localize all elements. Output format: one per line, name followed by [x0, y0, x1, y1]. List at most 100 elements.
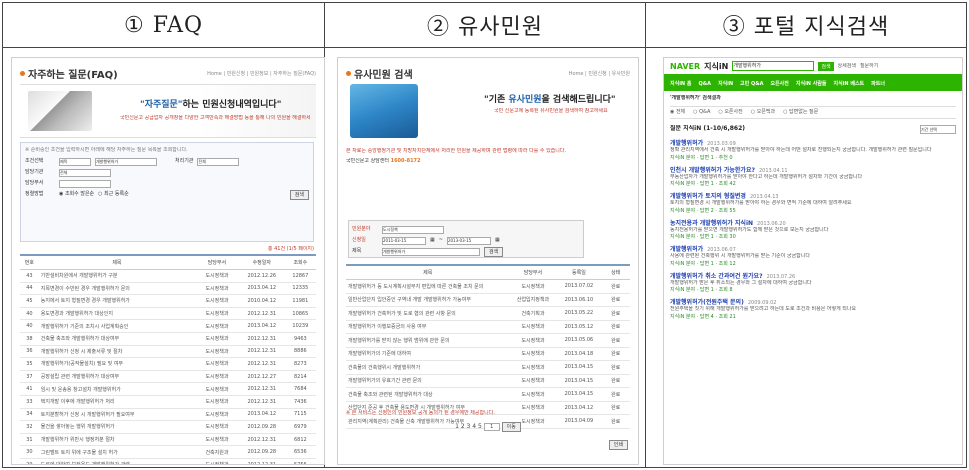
faq-question-link[interactable]: 용도변경과 개발행위허가 대상인지: [38, 307, 196, 321]
keyword-input[interactable]: 개발행위허가: [382, 247, 480, 256]
table-row[interactable]: 건축물의 건축행위시 개발행위허가 도시정책과 2013.04.15 완료: [346, 360, 630, 375]
table-row[interactable]: 38 건축물 축조와 개발행위허가 대상여부 도시정책과 2012.12.31 9463: [20, 332, 316, 346]
complaint-title-link[interactable]: 개발행위허가의 기준에 대하여: [346, 347, 510, 361]
faq-question-link[interactable]: 농지에서 토지 형질변경 경우 개발행위허가: [38, 294, 196, 308]
result-title-link[interactable]: 개발행위허가 2013.06.07: [670, 244, 956, 253]
page-select[interactable]: 1: [483, 423, 500, 431]
naver-logo[interactable]: NAVER: [670, 62, 700, 71]
search-input[interactable]: 개발행위허가: [95, 157, 157, 166]
faq-question-link[interactable]: 물건을 쌓아놓는 행위 개발행위허가: [38, 420, 196, 434]
table-row[interactable]: 40 용도변경과 개발행위허가 대상인지 도시정책과 2012.12.31 10865: [20, 307, 316, 321]
nav-tab[interactable]: 파트너: [871, 80, 885, 87]
org-select[interactable]: 전체: [59, 168, 111, 177]
table-row[interactable]: 40 개발행위허가 기준의 조치시 사업계획승인 도시정책과 2013.04.12 10…: [20, 319, 316, 333]
faq-question-link[interactable]: 공장설립 관련 개발행위허가 대상여부: [38, 370, 196, 384]
result-title-link[interactable]: 인천시 개발행위허가 가능한가요? 2013.04.11: [670, 165, 956, 174]
table-row[interactable]: 33 택지개발 이후에 개발행위허가 처리 도시정책과 2012.12.31 7436: [20, 395, 316, 409]
table-row[interactable]: 개발행위허가 이행보증금의 사용 여부 도시정책과 2013.05.12 완료: [346, 320, 630, 334]
table-row[interactable]: 37 공장설립 관련 개발행위허가 대상여부 도시정책과 2012.12.27 8214: [20, 370, 316, 384]
faq-question-link[interactable]: 그린벨트 토지 위에 구조물 설치 허가: [38, 445, 196, 459]
table-row[interactable]: 개발행위허가를 받지 않는 행위 범위에 관한 문의 도시정책과 2013.05.0…: [346, 333, 630, 348]
table-row[interactable]: 36 개발행위허가 신청 시 제출서류 및 절차 도시정책과 2012.12.31 88…: [20, 345, 316, 359]
table-row[interactable]: 개발행위허가의 기준에 대하여 도시정책과 2013.04.18 완료: [346, 347, 630, 361]
nav-tab[interactable]: 고민 Q&A: [740, 80, 763, 87]
result-title-link[interactable]: 개발행위허가 취소 간과여건 뭔가요? 2013.07.26: [670, 271, 956, 280]
calendar-icon[interactable]: ▦: [495, 237, 500, 244]
faq-question-link[interactable]: 건축물 축조와 개발행위허가 대상여부: [38, 332, 196, 346]
sort-radio-popular[interactable]: ◉ 조회수 많은순: [59, 191, 94, 198]
date-from-input[interactable]: 2011-03-15: [382, 236, 426, 245]
result-item[interactable]: 개발행위허가(전원주택 문의) 2009.09.02 전원주택을 짓기 위해 개발행…: [670, 297, 956, 320]
nav-tab[interactable]: Q&A: [698, 81, 710, 87]
complaint-title-link[interactable]: 건축물의 건축행위시 개발행위허가: [346, 360, 510, 375]
search-field-select[interactable]: 제목: [59, 157, 91, 166]
table-row[interactable]: 34 토지분할허가 신청 시 개발행위허가 필요여부 도시정책과 2013.04.12…: [20, 408, 316, 422]
detail-search-link[interactable]: 상세검색: [838, 63, 856, 70]
filter-option[interactable]: ○ 답변없는 질문: [783, 109, 818, 116]
faq-question-link[interactable]: 도로에 대하여 보전용도 개발행위허가 관련: [38, 458, 196, 464]
table-row[interactable]: 31 개발행위허가 위반시 행정처분 절차 도시정책과 2012.12.31 6812: [20, 433, 316, 447]
complaint-title-link[interactable]: 개발행위허가 이행보증금의 사용 여부: [346, 320, 510, 334]
faq-question-link[interactable]: 토지분할허가 신청 시 개발행위허가 필요여부: [38, 408, 196, 422]
date-to-input[interactable]: 2013-03-15: [446, 236, 491, 245]
faq-question-link[interactable]: 기반설비차원에서 개발행위허가 구분: [38, 269, 196, 283]
complaint-title-link[interactable]: 개발행위허가의 유효기간 관련 문의: [346, 374, 510, 388]
result-item[interactable]: 농지전용과 개발행위허가 지식iN 2013.06.20 농지전용허가를 받으면 개…: [670, 218, 956, 241]
ask-link[interactable]: 질문하기: [860, 63, 878, 70]
result-title-link[interactable]: 개발행위허가 토지의 형질변경 2013.04.13: [670, 191, 956, 200]
calendar-icon[interactable]: ▦: [430, 237, 435, 244]
table-row[interactable]: 45 농지에서 토지 형질변경 경우 개발행위허가 도시정책과 2010.04.12 1…: [20, 294, 316, 308]
dept-select[interactable]: [59, 179, 111, 188]
table-row[interactable]: 35 개발행위허가(공작물설치) 필요 및 여부 도시정책과 2012.12.31 82…: [20, 357, 316, 371]
complaint-title-link[interactable]: 개발행위허가 건축허가 및 도로 협의 관련 사항 문의: [346, 306, 510, 321]
table-row[interactable]: 일반산업단지 입안중인 구역내 개발 개발행위허가 가능여부 산업입지정책과 201…: [346, 293, 630, 307]
complaint-title-link[interactable]: 개발행위허가를 받지 않는 행위 범위에 관한 문의: [346, 333, 510, 348]
faq-question-link[interactable]: 개발행위허가 기준의 조치시 사업계획승인: [38, 319, 196, 333]
nav-tab[interactable]: 지식iN 베스트: [834, 80, 865, 87]
kin-logo[interactable]: 지식iN: [704, 61, 728, 72]
result-title-link[interactable]: 개발행위허가(전원주택 문의) 2009.09.02: [670, 297, 956, 306]
table-row[interactable]: 개발행위허가 등 도시계획시설부지 편입에 따른 건축물 조치 문의 도시정책과 2…: [346, 279, 630, 294]
faq-question-link[interactable]: 개발행위허가 신청 시 제출서류 및 절차: [38, 345, 196, 359]
search-button[interactable]: 검색: [484, 246, 504, 257]
print-button[interactable]: 인쇄: [608, 440, 628, 450]
nav-tab[interactable]: 지식iN 홈: [670, 80, 691, 87]
result-item[interactable]: 개발행위허가 2013.06.07 사용에 관련된 건축행위 시 개발행위허가를 받…: [670, 244, 956, 267]
faq-question-link[interactable]: 지목변경이 수반된 경우 개발행위허가 문의: [38, 282, 196, 296]
result-title-link[interactable]: 농지전용과 개발행위허가 지식iN 2013.06.20: [670, 218, 956, 227]
complaint-title-link[interactable]: 개발행위허가 등 도시계획시설부지 편입에 따른 건축물 조치 문의: [346, 279, 510, 294]
go-button[interactable]: 이동: [501, 422, 521, 432]
page-links[interactable]: 1 2 3 4 5: [455, 423, 482, 430]
nav-tab[interactable]: 지식iN: [718, 80, 733, 87]
result-item[interactable]: 개발행위허가 2013.03.09 정확 관리지역에서 건축 시 개발행위허가를 받…: [670, 138, 956, 161]
category-select[interactable]: 전체: [197, 157, 240, 166]
faq-question-link[interactable]: 택지개발 이후에 개발행위허가 처리: [38, 395, 196, 409]
portal-search-button[interactable]: 검색: [818, 61, 834, 71]
table-row[interactable]: 43 기반설비차원에서 개발행위허가 구분 도시정책과 2012.12.26 12867: [20, 269, 316, 283]
table-row[interactable]: 44 지목변경이 수반된 경우 개발행위허가 문의 도시정책과 2013.04.12 1…: [20, 282, 316, 296]
nav-tab[interactable]: 지식iN 사람들: [796, 80, 827, 87]
table-row[interactable]: 개발행위허가의 유효기간 관련 문의 도시정책과 2013.04.15 완료: [346, 374, 630, 388]
period-select[interactable]: 기간 선택: [920, 125, 956, 134]
complaint-title-link[interactable]: 건축물 축조와 관련된 개발행위허가 대상: [346, 387, 510, 402]
filter-option[interactable]: ◉ 전체: [670, 109, 685, 116]
table-row[interactable]: 30 그린벨트 토지 위에 구조물 설치 허가 건축지원과 2012.09.28 653…: [20, 445, 316, 459]
filter-option[interactable]: ○ 오픈사전: [718, 109, 742, 116]
filter-option[interactable]: ○ Q&A: [693, 109, 710, 116]
table-row[interactable]: 개발행위허가 건축허가 및 도로 협의 관련 사항 문의 건축기획과 2013.05…: [346, 306, 630, 321]
table-row[interactable]: 32 물건을 쌓아놓는 행위 개발행위허가 도시정책과 2012.09.28 6979: [20, 420, 316, 434]
field-select[interactable]: 도시정책: [382, 225, 444, 234]
table-row[interactable]: 건축물 축조와 관련된 개발행위허가 대상 도시정책과 2013.04.15 완료: [346, 387, 630, 402]
search-button[interactable]: 검색: [289, 189, 309, 200]
result-title-link[interactable]: 개발행위허가 2013.03.09: [670, 138, 956, 147]
portal-search-input[interactable]: 개발행위허가: [732, 61, 815, 71]
complaint-title-link[interactable]: 일반산업단지 입안중인 구역내 개발 개발행위허가 가능여부: [346, 293, 510, 307]
sort-radio-recent[interactable]: ○ 최근 등록순: [98, 191, 129, 198]
faq-question-link[interactable]: 임시 및 운송용 창고설치 개발행위허가: [38, 382, 196, 396]
table-row[interactable]: 41 임시 및 운송용 창고설치 개발행위허가 도시정책과 2012.12.31 768…: [20, 382, 316, 396]
faq-question-link[interactable]: 개발행위허가 위반시 행정처분 절차: [38, 433, 196, 447]
table-row[interactable]: 29도로에 대하여 보전용도 개발행위허가 관련도시정책과2012.12.315…: [20, 458, 316, 464]
filter-option[interactable]: ○ 오픈백과: [751, 109, 775, 116]
result-item[interactable]: 인천시 개발행위허가 가능한가요? 2013.04.11 부동산업자가 개발행위허가…: [670, 165, 956, 188]
faq-question-link[interactable]: 개발행위허가(공작물설치) 필요 및 여부: [38, 357, 196, 371]
